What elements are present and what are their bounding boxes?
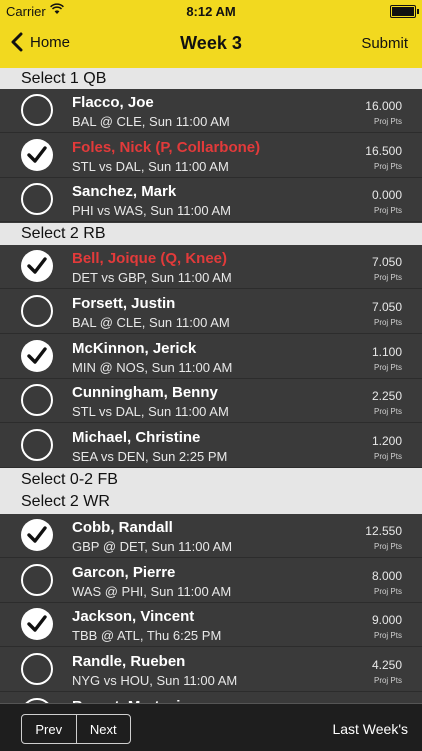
player-name: McKinnon, Jerick xyxy=(72,340,197,357)
player-row[interactable]: Randle, Rueben NYG vs HOU, Sun 11:00 AM 4.… xyxy=(0,648,422,692)
projected-points-label: Proj Pts xyxy=(373,452,402,461)
prev-button[interactable]: Prev xyxy=(22,715,76,743)
unchecked-circle-icon[interactable] xyxy=(21,653,53,685)
last-week-button[interactable]: Last Week's xyxy=(332,721,408,737)
player-row[interactable]: Cunningham, Benny STL vs DAL, Sun 11:00 A… xyxy=(0,379,422,423)
checkmark-icon[interactable] xyxy=(21,519,53,551)
player-game-info: STL vs DAL, Sun 11:00 AM xyxy=(72,159,229,174)
projected-points-label: Proj Pts xyxy=(373,162,402,171)
player-game-info: PHI vs WAS, Sun 11:00 AM xyxy=(72,203,231,218)
unchecked-circle-icon[interactable] xyxy=(21,384,53,416)
checkmark-icon[interactable] xyxy=(21,340,53,372)
section-header-rb: Select 2 RB xyxy=(0,223,422,245)
player-name: Cobb, Randall xyxy=(72,519,173,536)
clock: 8:12 AM xyxy=(186,4,236,19)
player-name: Michael, Christine xyxy=(72,429,201,446)
page-title: Week 3 xyxy=(180,33,242,53)
projected-points-value: 1.100 xyxy=(371,345,402,359)
player-game-info: TBB @ ATL, Thu 6:25 PM xyxy=(72,628,222,643)
section-header-wr: Select 2 WR xyxy=(21,493,110,510)
player-row[interactable]: McKinnon, Jerick MIN @ NOS, Sun 11:00 AM 1… xyxy=(0,335,422,379)
player-name: Forsett, Justin xyxy=(72,295,176,312)
player-game-info: DET vs GBP, Sun 11:00 AM xyxy=(72,270,232,285)
projected-points-label: Proj Pts xyxy=(373,542,402,551)
player-name: Garcon, Pierre xyxy=(72,564,176,581)
player-row[interactable]: Michael, Christine SEA vs DEN, Sun 2:25 P… xyxy=(0,424,422,468)
projected-points-value: 12.550 xyxy=(365,524,402,538)
projected-points-value: 16.500 xyxy=(365,144,402,158)
player-name: Flacco, Joe xyxy=(72,94,154,111)
projected-points-value: 0.000 xyxy=(371,188,402,202)
projected-points-value: 9.000 xyxy=(371,613,402,627)
projected-points-label: Proj Pts xyxy=(373,676,402,685)
player-game-info: STL vs DAL, Sun 11:00 AM xyxy=(72,404,229,419)
projected-points-label: Proj Pts xyxy=(373,407,402,416)
projected-points-label: Proj Pts xyxy=(373,587,402,596)
player-game-info: WAS @ PHI, Sun 11:00 AM xyxy=(72,584,232,599)
projected-points-value: 4.250 xyxy=(371,658,402,672)
projected-points-value: 16.000 xyxy=(365,99,402,113)
player-name: Bell, Joique (Q, Knee) xyxy=(72,250,228,267)
bottom-toolbar: Prev Next Last Week's xyxy=(0,703,422,751)
checkmark-icon[interactable] xyxy=(21,139,53,171)
section-header-fb: Select 0-2 FB xyxy=(21,471,118,488)
projected-points-value: 8.000 xyxy=(371,569,402,583)
pager-segmented-control: Prev Next xyxy=(21,714,131,744)
player-row[interactable]: Bell, Joique (Q, Knee) DET vs GBP, Sun 11… xyxy=(0,245,422,289)
player-game-info: BAL @ CLE, Sun 11:00 AM xyxy=(72,315,230,330)
player-name: Sanchez, Mark xyxy=(72,183,177,200)
checkmark-icon[interactable] xyxy=(21,608,53,640)
next-button[interactable]: Next xyxy=(75,715,131,743)
unchecked-circle-icon[interactable] xyxy=(21,94,53,126)
player-row[interactable]: Jackson, Vincent TBB @ ATL, Thu 6:25 PM 9.… xyxy=(0,603,422,647)
unchecked-circle-icon[interactable] xyxy=(21,564,53,596)
unchecked-circle-icon[interactable] xyxy=(21,183,53,215)
player-game-info: NYG vs HOU, Sun 11:00 AM xyxy=(72,673,238,688)
projected-points-label: Proj Pts xyxy=(373,631,402,640)
projected-points-label: Proj Pts xyxy=(373,206,402,215)
player-game-info: GBP @ DET, Sun 11:00 AM xyxy=(72,539,233,554)
player-row[interactable]: Forsett, Justin BAL @ CLE, Sun 11:00 AM 7.… xyxy=(0,290,422,334)
status-bar: Carrier 8:12 AM xyxy=(0,0,422,22)
player-name: Randle, Rueben xyxy=(72,653,186,670)
player-row[interactable]: Cobb, Randall GBP @ DET, Sun 11:00 AM 12.5… xyxy=(0,514,422,558)
checkmark-icon[interactable] xyxy=(21,250,53,282)
projected-points-value: 1.200 xyxy=(371,434,402,448)
projected-points-value: 7.050 xyxy=(371,300,402,314)
navigation-bar: Home Week 3 Submit xyxy=(0,22,422,68)
projected-points-value: 7.050 xyxy=(371,255,402,269)
player-row[interactable]: Sanchez, Mark PHI vs WAS, Sun 11:00 AM 0.0… xyxy=(0,178,422,222)
unchecked-circle-icon[interactable] xyxy=(21,295,53,327)
player-game-info: MIN @ NOS, Sun 11:00 AM xyxy=(72,360,233,375)
player-name: Jackson, Vincent xyxy=(72,608,195,625)
submit-button[interactable]: Submit xyxy=(361,35,408,52)
player-name: Cunningham, Benny xyxy=(72,384,218,401)
projected-points-label: Proj Pts xyxy=(373,117,402,126)
battery-icon xyxy=(390,5,419,18)
player-name: Foles, Nick (P, Collarbone) xyxy=(72,139,261,156)
projected-points-label: Proj Pts xyxy=(373,318,402,327)
player-game-info: BAL @ CLE, Sun 11:00 AM xyxy=(72,114,230,129)
player-row[interactable]: Flacco, Joe BAL @ CLE, Sun 11:00 AM 16.000… xyxy=(0,89,422,133)
player-row[interactable]: Garcon, Pierre WAS @ PHI, Sun 11:00 AM 8.0… xyxy=(0,559,422,603)
section-headers-fb-wr: Select 0-2 FB Select 2 WR xyxy=(0,468,422,514)
section-header-qb: Select 1 QB xyxy=(0,68,422,89)
player-row[interactable]: Foles, Nick (P, Collarbone) STL vs DAL, S… xyxy=(0,134,422,178)
unchecked-circle-icon[interactable] xyxy=(21,429,53,461)
player-game-info: SEA vs DEN, Sun 2:25 PM xyxy=(72,449,228,464)
projected-points-label: Proj Pts xyxy=(373,273,402,282)
projected-points-value: 2.250 xyxy=(371,389,402,403)
projected-points-label: Proj Pts xyxy=(373,363,402,372)
